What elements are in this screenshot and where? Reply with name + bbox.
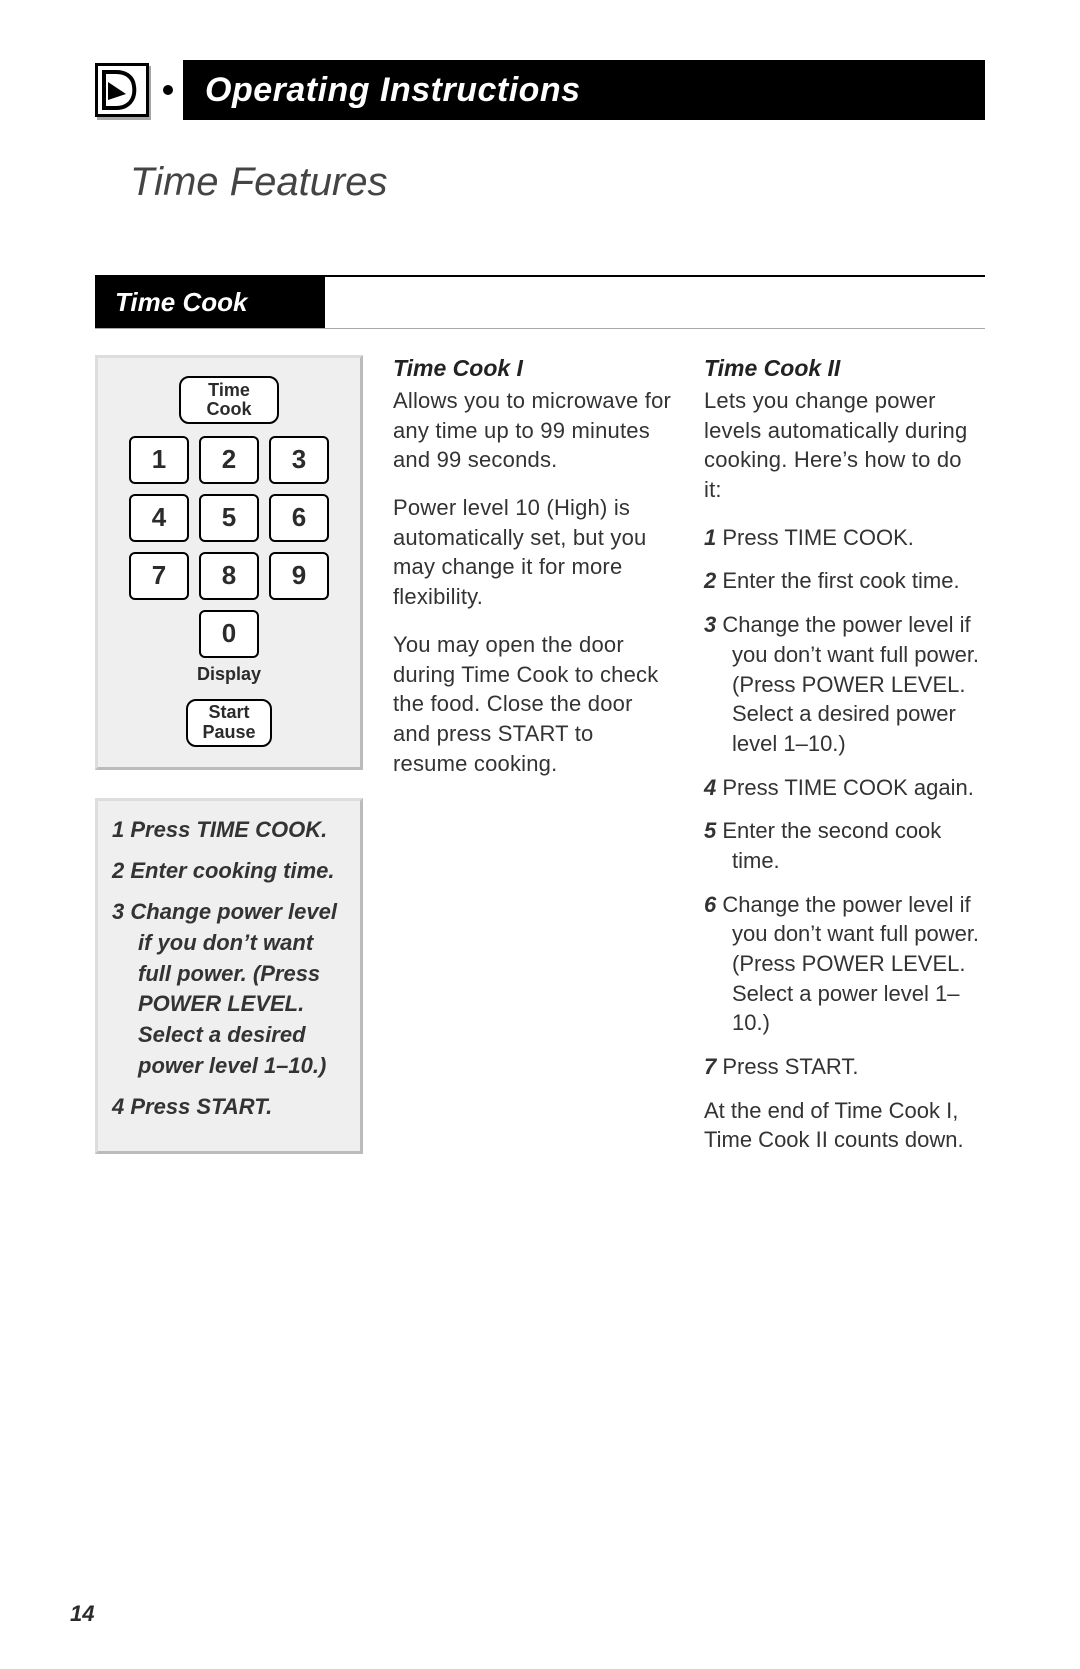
header-banner: Operating Instructions <box>183 60 985 120</box>
step-text: Press TIME COOK again. <box>722 775 973 800</box>
timecook1-p3: You may open the door during Time Cook t… <box>393 630 674 778</box>
timecook2-intro: Lets you change power levels automatical… <box>704 386 985 505</box>
keypad-key: 8 <box>199 552 259 600</box>
step-number: 2 <box>112 858 124 883</box>
content-row: Time Cook 1 2 3 4 5 6 7 8 9 0 Display <box>95 355 985 1155</box>
left-step: 1 Press TIME COOK. <box>112 815 346 846</box>
keypad-key: 5 <box>199 494 259 542</box>
right-column: Time Cook II Lets you change power level… <box>704 355 985 1155</box>
step-text: Press START. <box>130 1094 272 1119</box>
keypad-grid: 1 2 3 4 5 6 7 8 9 0 <box>114 436 344 658</box>
step-number: 2 <box>704 568 716 593</box>
page-number: 14 <box>70 1601 94 1627</box>
keypad-key: 4 <box>129 494 189 542</box>
step-text: Press START. <box>722 1054 858 1079</box>
keypad-time-cook-button: Time Cook <box>179 376 279 424</box>
step-text: Enter the second cook time. <box>722 818 941 873</box>
step-number: 4 <box>704 775 716 800</box>
arrow-triangle-icon <box>95 63 149 117</box>
timecook2-footer-note: At the end of Time Cook I, Time Cook II … <box>704 1096 985 1155</box>
timecook2-step: 7 Press START. <box>704 1052 985 1082</box>
step-number: 1 <box>704 525 716 550</box>
keypad-key: 7 <box>129 552 189 600</box>
section-strip: Time Cook <box>95 275 985 329</box>
left-steps-box: 1 Press TIME COOK. 2 Enter cooking time.… <box>95 798 363 1153</box>
left-step: 4 Press START. <box>112 1092 346 1123</box>
step-text: Press TIME COOK. <box>130 817 327 842</box>
step-number: 3 <box>704 612 716 637</box>
header-row: Operating Instructions <box>95 60 985 120</box>
keypad-start-pause-button: Start Pause <box>186 699 272 748</box>
timecook2-step: 5 Enter the second cook time. <box>704 816 985 875</box>
keypad-time-cook-l2: Cook <box>181 400 277 419</box>
step-text: Change the power level if you don’t want… <box>722 892 979 1036</box>
timecook1-p1: Allows you to microwave for any time up … <box>393 386 674 475</box>
keypad-time-cook-l1: Time <box>181 381 277 400</box>
header-banner-title: Operating Instructions <box>205 71 581 110</box>
keypad-key: 9 <box>269 552 329 600</box>
step-number: 5 <box>704 818 716 843</box>
timecook2-step: 1 Press TIME COOK. <box>704 523 985 553</box>
keypad-display-label: Display <box>114 664 344 685</box>
page: Operating Instructions Time Features Tim… <box>0 0 1080 1669</box>
timecook2-step: 4 Press TIME COOK again. <box>704 773 985 803</box>
keypad-key-zero: 0 <box>199 610 259 658</box>
keypad-start-label: Start <box>188 703 270 723</box>
section-strip-spacer <box>325 277 985 328</box>
step-number: 4 <box>112 1094 124 1119</box>
keypad-key: 2 <box>199 436 259 484</box>
timecook2-step: 2 Enter the first cook time. <box>704 566 985 596</box>
step-number: 7 <box>704 1054 716 1079</box>
step-text: Enter cooking time. <box>130 858 334 883</box>
page-title: Time Features <box>130 160 985 205</box>
timecook2-steps: 1 Press TIME COOK. 2 Enter the first coo… <box>704 523 985 1082</box>
step-number: 1 <box>112 817 124 842</box>
keypad-key: 3 <box>269 436 329 484</box>
middle-column: Time Cook I Allows you to microwave for … <box>393 355 674 1155</box>
step-number: 6 <box>704 892 716 917</box>
keypad-illustration: Time Cook 1 2 3 4 5 6 7 8 9 0 Display <box>95 355 363 770</box>
timecook2-step: 6 Change the power level if you don’t wa… <box>704 890 985 1038</box>
step-text: Change power level if you don’t want ful… <box>130 899 337 1078</box>
separator-dot-icon <box>163 85 173 95</box>
step-text: Change the power level if you don’t want… <box>722 612 979 756</box>
timecook2-step: 3 Change the power level if you don’t wa… <box>704 610 985 758</box>
timecook1-p2: Power level 10 (High) is automatically s… <box>393 493 674 612</box>
step-number: 3 <box>112 899 124 924</box>
timecook1-heading: Time Cook I <box>393 355 674 382</box>
keypad-key: 6 <box>269 494 329 542</box>
left-step: 3 Change power level if you don’t want f… <box>112 897 346 1082</box>
left-column: Time Cook 1 2 3 4 5 6 7 8 9 0 Display <box>95 355 363 1155</box>
left-step: 2 Enter cooking time. <box>112 856 346 887</box>
section-tab-label: Time Cook <box>95 277 325 328</box>
keypad-pause-label: Pause <box>188 723 270 743</box>
step-text: Press TIME COOK. <box>722 525 914 550</box>
step-text: Enter the first cook time. <box>722 568 959 593</box>
timecook2-heading: Time Cook II <box>704 355 985 382</box>
keypad-key: 1 <box>129 436 189 484</box>
left-steps-list: 1 Press TIME COOK. 2 Enter cooking time.… <box>112 815 346 1122</box>
